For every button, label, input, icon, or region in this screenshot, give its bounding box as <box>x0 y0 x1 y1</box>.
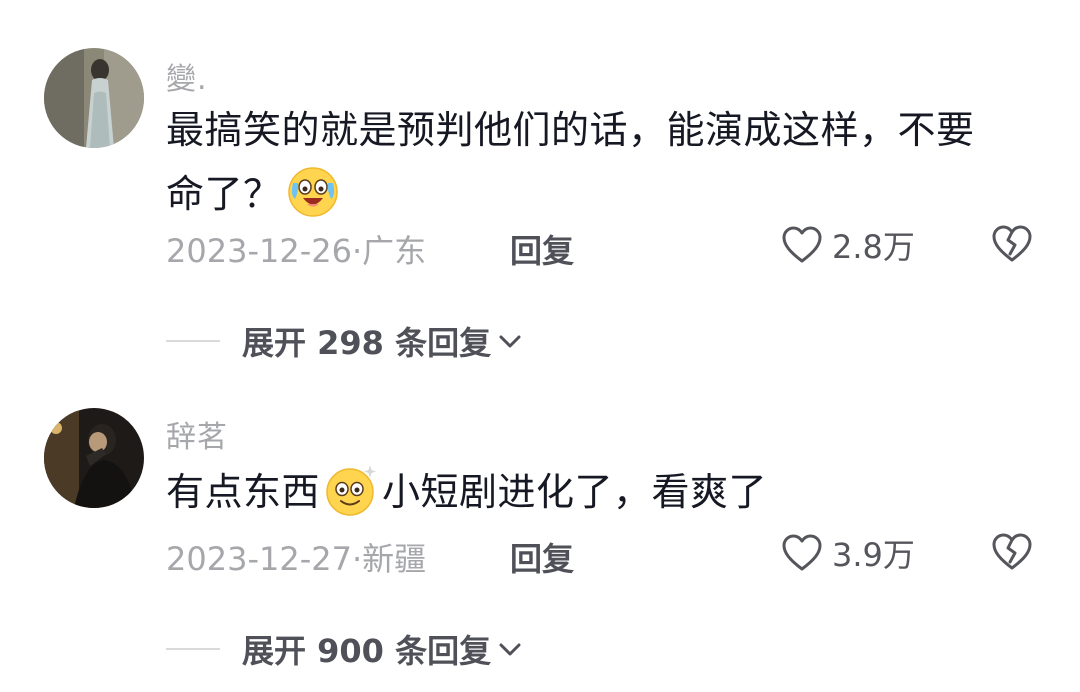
like-button[interactable]: 2.8万 <box>780 222 915 268</box>
meta-separator: · <box>351 540 363 578</box>
avatar[interactable] <box>44 408 144 508</box>
expand-replies-label[interactable]: 展开 900 条回复 <box>242 626 491 672</box>
like-button[interactable]: 3.9万 <box>780 530 915 576</box>
like-count: 3.9万 <box>832 536 915 574</box>
comment-date: 2023-12-27 <box>166 540 352 578</box>
avatar-image <box>44 408 144 508</box>
divider <box>166 648 220 650</box>
divider <box>166 340 220 342</box>
expand-replies[interactable]: 展开 900 条回复 <box>166 626 525 672</box>
username[interactable]: 辞茗 <box>166 412 228 456</box>
broken-heart-icon <box>992 225 1032 262</box>
heart-outline-icon <box>782 226 822 263</box>
reply-button[interactable]: 回复 <box>510 226 574 272</box>
dislike-button[interactable] <box>990 530 1034 574</box>
chevron-down-icon[interactable] <box>495 326 525 356</box>
comment-location: 广东 <box>362 232 427 270</box>
expand-replies-label[interactable]: 展开 298 条回复 <box>242 318 491 364</box>
avatar-image <box>44 48 144 148</box>
sparkle-smile-emoji-icon <box>324 463 378 517</box>
meta-separator: · <box>351 232 363 270</box>
comment-meta: 2023-12-26·广东 <box>166 226 426 272</box>
heart-outline-icon <box>782 534 822 571</box>
comment-text-body: 有点东西 <box>166 470 321 514</box>
avatar[interactable] <box>44 48 144 148</box>
broken-heart-icon <box>992 533 1032 570</box>
reply-button[interactable]: 回复 <box>510 534 574 580</box>
comment-text: 有点东西 小短剧进化了，看爽了 <box>166 460 1006 524</box>
comment-meta: 2023-12-27·新疆 <box>166 534 426 580</box>
comment-text: 最搞笑的就是预判他们的话，能演成这样，不要命了？ <box>166 98 1006 226</box>
comment-text-tail: 小短剧进化了，看爽了 <box>382 470 768 514</box>
username[interactable]: 變. <box>166 54 208 98</box>
comment-location: 新疆 <box>362 540 427 578</box>
comment-date: 2023-12-26 <box>166 232 352 270</box>
chevron-down-icon[interactable] <box>495 634 525 664</box>
expand-replies[interactable]: 展开 298 条回复 <box>166 318 525 364</box>
crying-laughing-emoji-icon <box>286 165 340 219</box>
dislike-button[interactable] <box>990 222 1034 266</box>
like-count: 2.8万 <box>832 228 915 266</box>
